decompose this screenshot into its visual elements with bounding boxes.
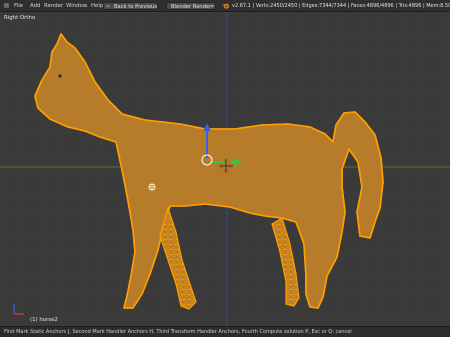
editor-type-icon[interactable]: ▤ [2,0,11,12]
menu-render[interactable]: Render [44,0,63,12]
horse-eye [58,74,62,78]
render-engine-dropdown[interactable]: Blender Render ▾ [166,2,216,10]
menu-window[interactable]: Window [66,0,87,12]
view-name-label: Right Ortho [4,15,36,21]
scene-stats: v2.67.1 | Verts:2450/2450 | Edges:7344/7… [232,3,450,9]
menu-help[interactable]: Help [91,0,103,12]
status-bar: First Mark Static Anchors J, Second Mark… [0,326,450,337]
viewport-canvas [0,12,450,326]
menu-file[interactable]: File [14,0,23,12]
anchor-marker-icon [148,183,156,191]
object-name-label: (1) horse2 [30,317,58,323]
status-hint: First Mark Static Anchors J, Second Mark… [4,329,352,335]
menu-add[interactable]: Add [30,0,40,12]
3d-viewport[interactable]: Right Ortho (1) horse2 [0,12,450,326]
back-to-previous-button[interactable]: ⇦ Back to Previous [103,2,158,10]
header-bar: ▤ File Add Render Window Help ⇦ Back to … [0,0,450,12]
blender-icon [222,0,230,12]
